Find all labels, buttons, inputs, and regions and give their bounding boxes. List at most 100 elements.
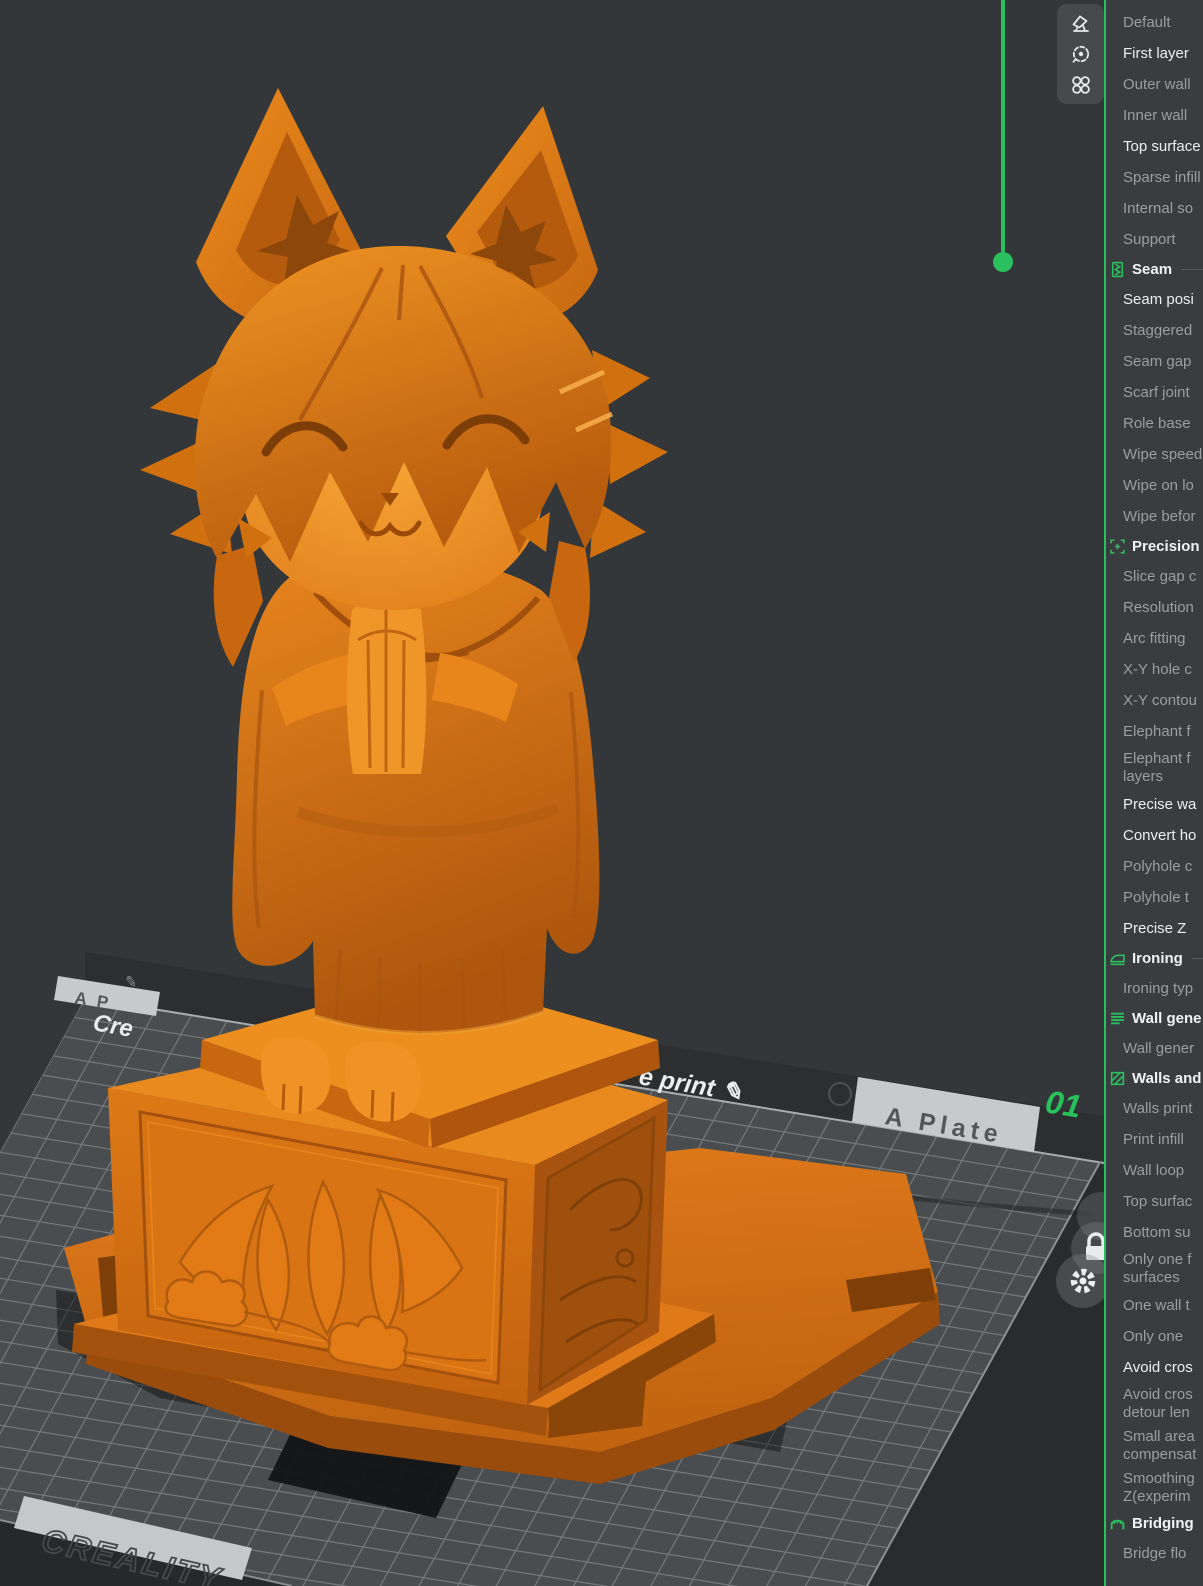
setting-row[interactable]: Scarf joint <box>1106 377 1203 408</box>
setting-label: Resolution <box>1123 599 1194 616</box>
setting-label-line2: surfaces <box>1123 1269 1180 1287</box>
setting-row[interactable]: Elephant flayers <box>1106 747 1203 789</box>
setting-row[interactable]: Precise wa <box>1106 789 1203 820</box>
setting-row[interactable]: X-Y contou <box>1106 685 1203 716</box>
setting-label: Elephant f <box>1123 750 1191 768</box>
section-header[interactable]: Bridging <box>1106 1509 1203 1538</box>
settings-rows: Default First layerOuter wallInner wall To… <box>1106 7 1203 1569</box>
section-header[interactable]: Precision <box>1106 532 1203 561</box>
setting-row[interactable]: Elephant f <box>1106 716 1203 747</box>
setting-label: Wipe befor <box>1123 508 1196 525</box>
section-header[interactable]: Wall gene <box>1106 1004 1203 1033</box>
viewport-3d[interactable]: A P ✎ Cre e print ✎ A Plate 01 CREALITY <box>0 0 1104 1586</box>
settings-panel[interactable]: Default First layerOuter wallInner wall To… <box>1106 0 1203 1586</box>
filament-target-icon <box>1070 43 1092 65</box>
scene-canvas[interactable]: A P ✎ Cre e print ✎ A Plate 01 CREALITY <box>0 0 1104 1586</box>
setting-label-line2: Z(experim <box>1123 1488 1191 1506</box>
setting-row[interactable]: Wipe speed <box>1106 439 1203 470</box>
setting-label: Walls print <box>1123 1100 1192 1117</box>
setting-row[interactable]: Polyhole c <box>1106 851 1203 882</box>
edit-pencil-icon-left[interactable]: ✎ <box>123 973 138 992</box>
setting-row[interactable]: Arc fitting <box>1106 623 1203 654</box>
setting-label: Only one <box>1123 1328 1183 1345</box>
setting-label-line2: compensat <box>1123 1446 1196 1464</box>
setting-row[interactable]: Top surfac <box>1106 1186 1203 1217</box>
setting-label: Precise wa <box>1123 796 1196 813</box>
setting-label: Wipe on lo <box>1123 477 1194 494</box>
setting-row[interactable]: Role base <box>1106 408 1203 439</box>
setting-row[interactable]: Top surface <box>1106 131 1203 162</box>
setting-row[interactable]: Precise Z <box>1106 913 1203 944</box>
setting-row[interactable]: Walls print <box>1106 1093 1203 1124</box>
setting-row[interactable]: Avoid crosdetour len <box>1106 1383 1203 1425</box>
filament-button[interactable] <box>1066 40 1096 68</box>
setting-row[interactable]: Internal so <box>1106 193 1203 224</box>
wallgen-icon <box>1109 1010 1126 1027</box>
setting-row[interactable]: Ironing typ <box>1106 973 1203 1004</box>
setting-label: Small area <box>1123 1428 1195 1446</box>
setting-row[interactable]: Wipe on lo <box>1106 470 1203 501</box>
plates-button[interactable] <box>1066 71 1096 99</box>
view-toolbar <box>1057 4 1104 104</box>
setting-label: Avoid cros <box>1123 1359 1193 1376</box>
setting-row[interactable]: Staggered <box>1106 315 1203 346</box>
quad-circles-icon <box>1070 74 1092 96</box>
section-header[interactable]: Walls and <box>1106 1064 1203 1093</box>
setting-row[interactable]: Small areacompensat <box>1106 1425 1203 1467</box>
setting-row[interactable]: Wipe befor <box>1106 501 1203 532</box>
setting-row[interactable]: Wall loop <box>1106 1155 1203 1186</box>
setting-row[interactable]: Support <box>1106 224 1203 255</box>
section-header-label: Wall gene <box>1132 1010 1201 1027</box>
setting-row[interactable]: Wall gener <box>1106 1033 1203 1064</box>
section-divider-line <box>1181 269 1203 270</box>
setting-row[interactable]: Bottom su <box>1106 1217 1203 1248</box>
setting-row[interactable]: SmoothingZ(experim <box>1106 1467 1203 1509</box>
setting-label: Seam posi <box>1123 291 1194 308</box>
setting-row[interactable]: First layer <box>1106 38 1203 69</box>
setting-row[interactable]: Slice gap c <box>1106 561 1203 592</box>
setting-row[interactable]: Inner wall <box>1106 100 1203 131</box>
setting-row[interactable]: Print infill <box>1106 1124 1203 1155</box>
setting-label: Internal so <box>1123 200 1193 217</box>
setting-row[interactable]: Outer wall <box>1106 69 1203 100</box>
setting-row[interactable]: Sparse infill <box>1106 162 1203 193</box>
setting-row[interactable]: Convert ho <box>1106 820 1203 851</box>
setting-label: Seam gap <box>1123 353 1191 370</box>
setting-label: Top surface <box>1123 138 1201 155</box>
section-divider-line <box>1192 958 1203 959</box>
bridging-icon <box>1109 1515 1126 1532</box>
setting-label: Bridge flo <box>1123 1545 1186 1562</box>
seam-indicator-dot[interactable] <box>993 252 1013 272</box>
setting-label: Top surfac <box>1123 1193 1192 1210</box>
precision-icon <box>1109 538 1126 555</box>
setting-row[interactable]: Polyhole t <box>1106 882 1203 913</box>
setting-row[interactable]: Default <box>1106 7 1203 38</box>
lamp-button[interactable] <box>1066 9 1096 37</box>
setting-row[interactable]: Avoid cros <box>1106 1352 1203 1383</box>
setting-label: Scarf joint <box>1123 384 1190 401</box>
setting-label: Ironing typ <box>1123 980 1193 997</box>
section-header-label: Ironing <box>1132 950 1183 967</box>
section-header[interactable]: Ironing <box>1106 944 1203 973</box>
section-header[interactable]: Seam <box>1106 255 1203 284</box>
setting-row[interactable]: One wall t <box>1106 1290 1203 1321</box>
setting-row[interactable]: X-Y hole c <box>1106 654 1203 685</box>
setting-label: Precise Z <box>1123 920 1186 937</box>
setting-row[interactable]: Seam posi <box>1106 284 1203 315</box>
setting-label: Slice gap c <box>1123 568 1196 585</box>
setting-row[interactable]: Only one <box>1106 1321 1203 1352</box>
setting-row[interactable]: Resolution <box>1106 592 1203 623</box>
seam-icon <box>1109 261 1126 278</box>
setting-row[interactable]: Only one fsurfaces <box>1106 1248 1203 1290</box>
plate-number: 01 <box>1043 1083 1084 1124</box>
setting-label: Sparse infill <box>1123 169 1201 186</box>
setting-label: Staggered <box>1123 322 1192 339</box>
setting-row[interactable]: Seam gap <box>1106 346 1203 377</box>
setting-label: Default <box>1123 14 1171 31</box>
setting-label: Arc fitting <box>1123 630 1186 647</box>
walls-icon <box>1109 1070 1126 1087</box>
lamp-icon <box>1070 12 1092 34</box>
setting-label: Polyhole t <box>1123 889 1189 906</box>
creality-print-window: A P ✎ Cre e print ✎ A Plate 01 CREALITY <box>0 0 1203 1586</box>
setting-row[interactable]: Bridge flo <box>1106 1538 1203 1569</box>
